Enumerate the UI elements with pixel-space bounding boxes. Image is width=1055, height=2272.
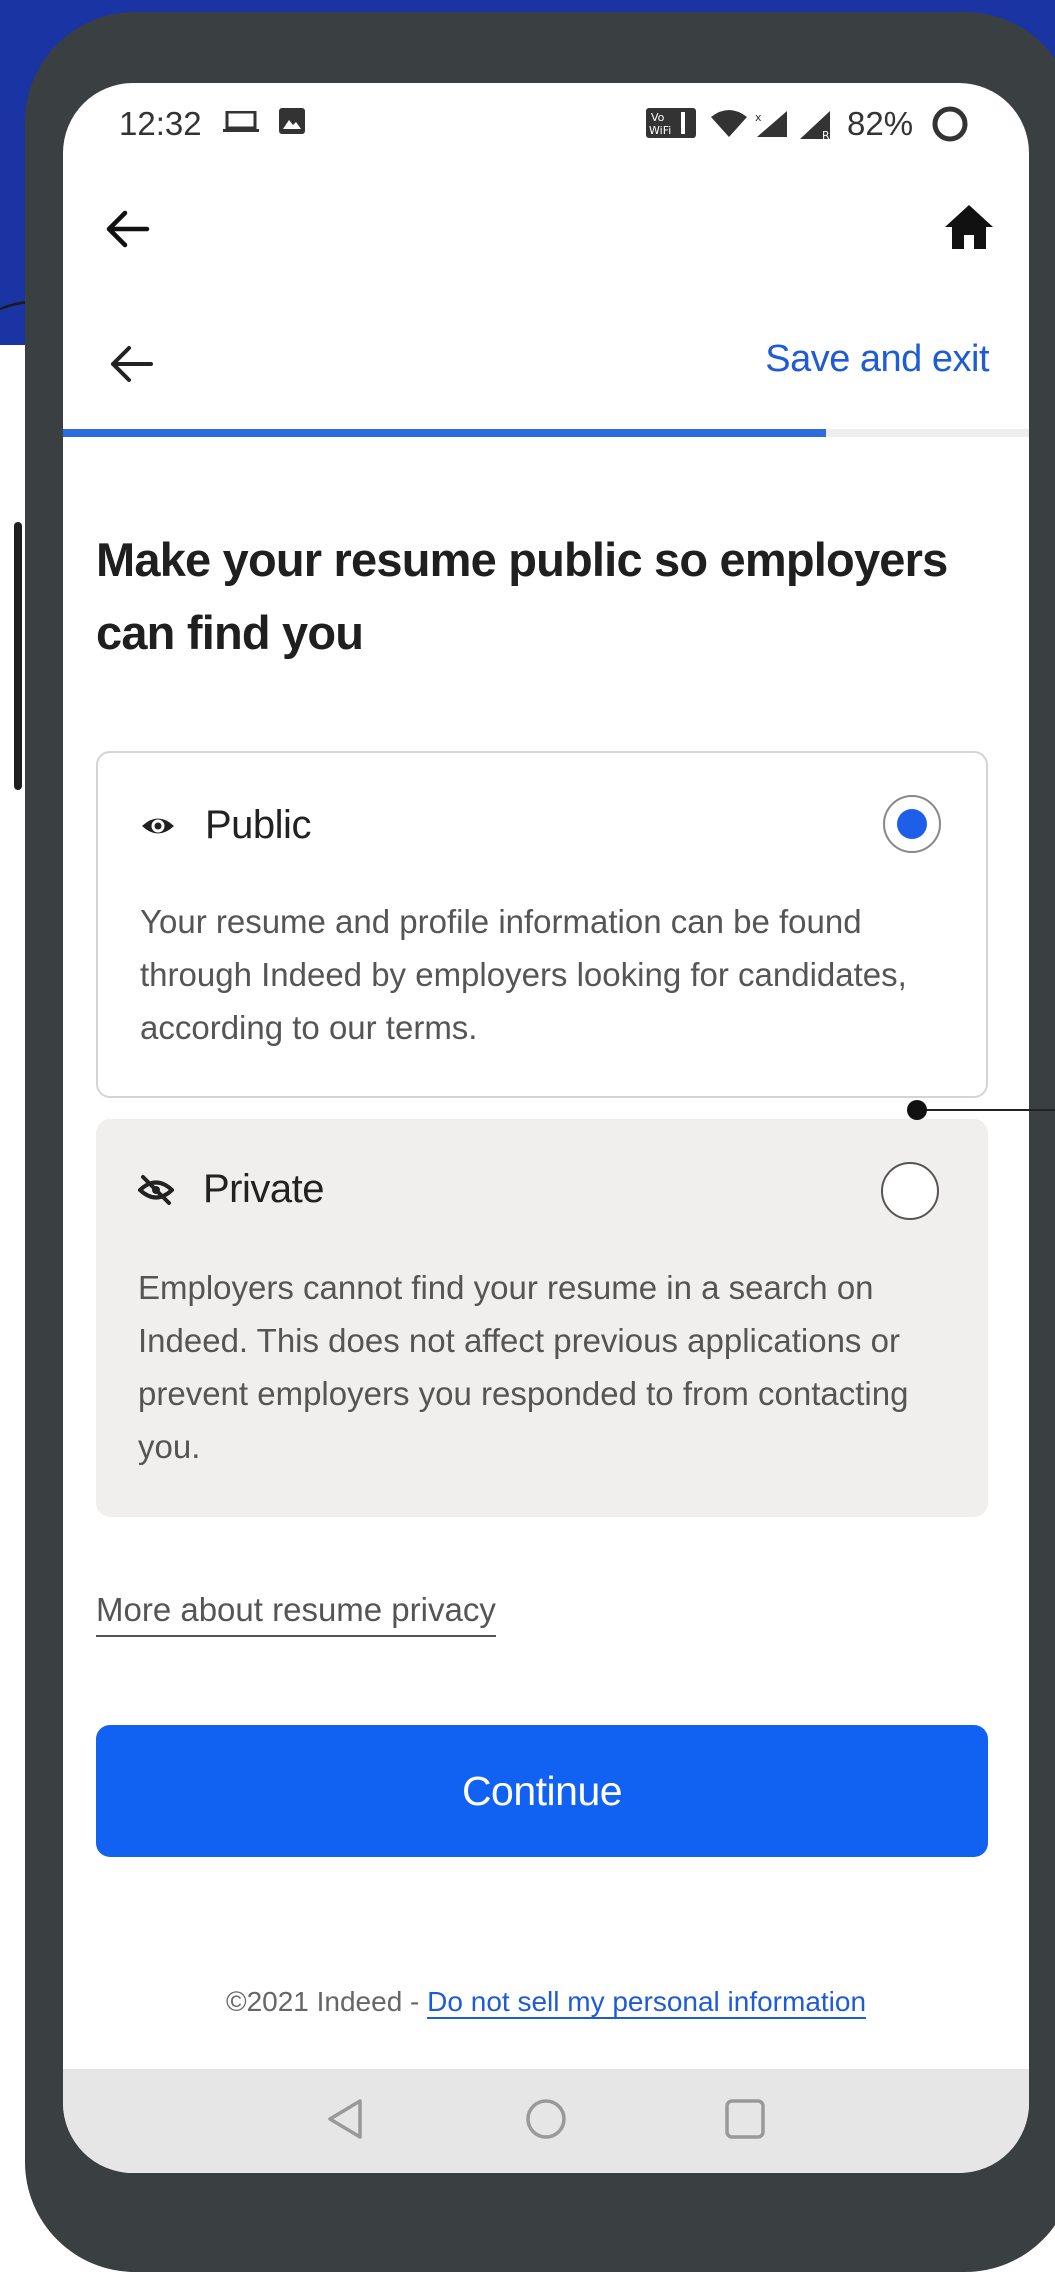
radio-public[interactable] bbox=[883, 795, 941, 853]
image-icon bbox=[279, 108, 305, 134]
phone-screen: 12:32 Vo WiFi x R 82% Save and exit Make… bbox=[63, 83, 1029, 2173]
save-and-exit-link[interactable]: Save and exit bbox=[765, 338, 989, 381]
option-label: Public bbox=[205, 803, 311, 847]
system-nav-bar bbox=[63, 2069, 1029, 2173]
option-label: Private bbox=[203, 1167, 325, 1211]
radio-private[interactable] bbox=[881, 1162, 939, 1220]
annotation-dot bbox=[907, 1100, 927, 1120]
option-description: Employers cannot find your resume in a s… bbox=[138, 1269, 909, 1465]
progress-fill bbox=[63, 429, 827, 437]
option-private[interactable]: Private Employers cannot find your resum… bbox=[96, 1119, 988, 1517]
annotation-line bbox=[918, 1109, 1055, 1111]
eye-off-icon bbox=[138, 1175, 174, 1205]
laptop-icon bbox=[223, 111, 259, 132]
wifi-calling-icon: Vo WiFi bbox=[646, 108, 696, 138]
continue-button[interactable]: Continue bbox=[96, 1725, 988, 1857]
status-bar: 12:32 Vo WiFi x R 82% bbox=[63, 83, 1029, 163]
cell-signal-icon: x bbox=[755, 111, 787, 137]
footer: ©2021 Indeed - Do not sell my personal i… bbox=[63, 1986, 1029, 2019]
nav-back-icon[interactable] bbox=[316, 2089, 376, 2149]
do-not-sell-link[interactable]: Do not sell my personal information bbox=[427, 1986, 867, 2019]
battery-saver-icon bbox=[932, 106, 968, 142]
svg-text:WiFi: WiFi bbox=[649, 124, 671, 137]
phone-side-button bbox=[14, 522, 22, 790]
svg-text:R: R bbox=[822, 129, 830, 141]
battery-percent: 82% bbox=[847, 105, 914, 142]
status-time: 12:32 bbox=[119, 105, 202, 142]
nav-recents-icon[interactable] bbox=[715, 2089, 775, 2149]
page-title: Make your resume public so employers can… bbox=[96, 533, 948, 659]
resume-privacy-link[interactable]: More about resume privacy bbox=[96, 1591, 496, 1637]
svg-text:Vo: Vo bbox=[651, 111, 665, 124]
footer-copyright: ©2021 Indeed - bbox=[225, 1986, 428, 2017]
svg-text:x: x bbox=[755, 111, 762, 124]
wifi-icon bbox=[711, 110, 747, 137]
arrow-left-icon[interactable] bbox=[105, 338, 157, 390]
roaming-signal-icon: R bbox=[800, 111, 830, 141]
option-description: Your resume and profile information can … bbox=[140, 903, 907, 1046]
progress-bar bbox=[63, 429, 1029, 437]
eye-icon bbox=[142, 818, 174, 834]
home-icon[interactable] bbox=[941, 199, 997, 255]
arrow-left-icon[interactable] bbox=[101, 203, 153, 255]
nav-home-icon[interactable] bbox=[516, 2089, 576, 2149]
option-public[interactable]: Public Your resume and profile informati… bbox=[96, 751, 988, 1098]
